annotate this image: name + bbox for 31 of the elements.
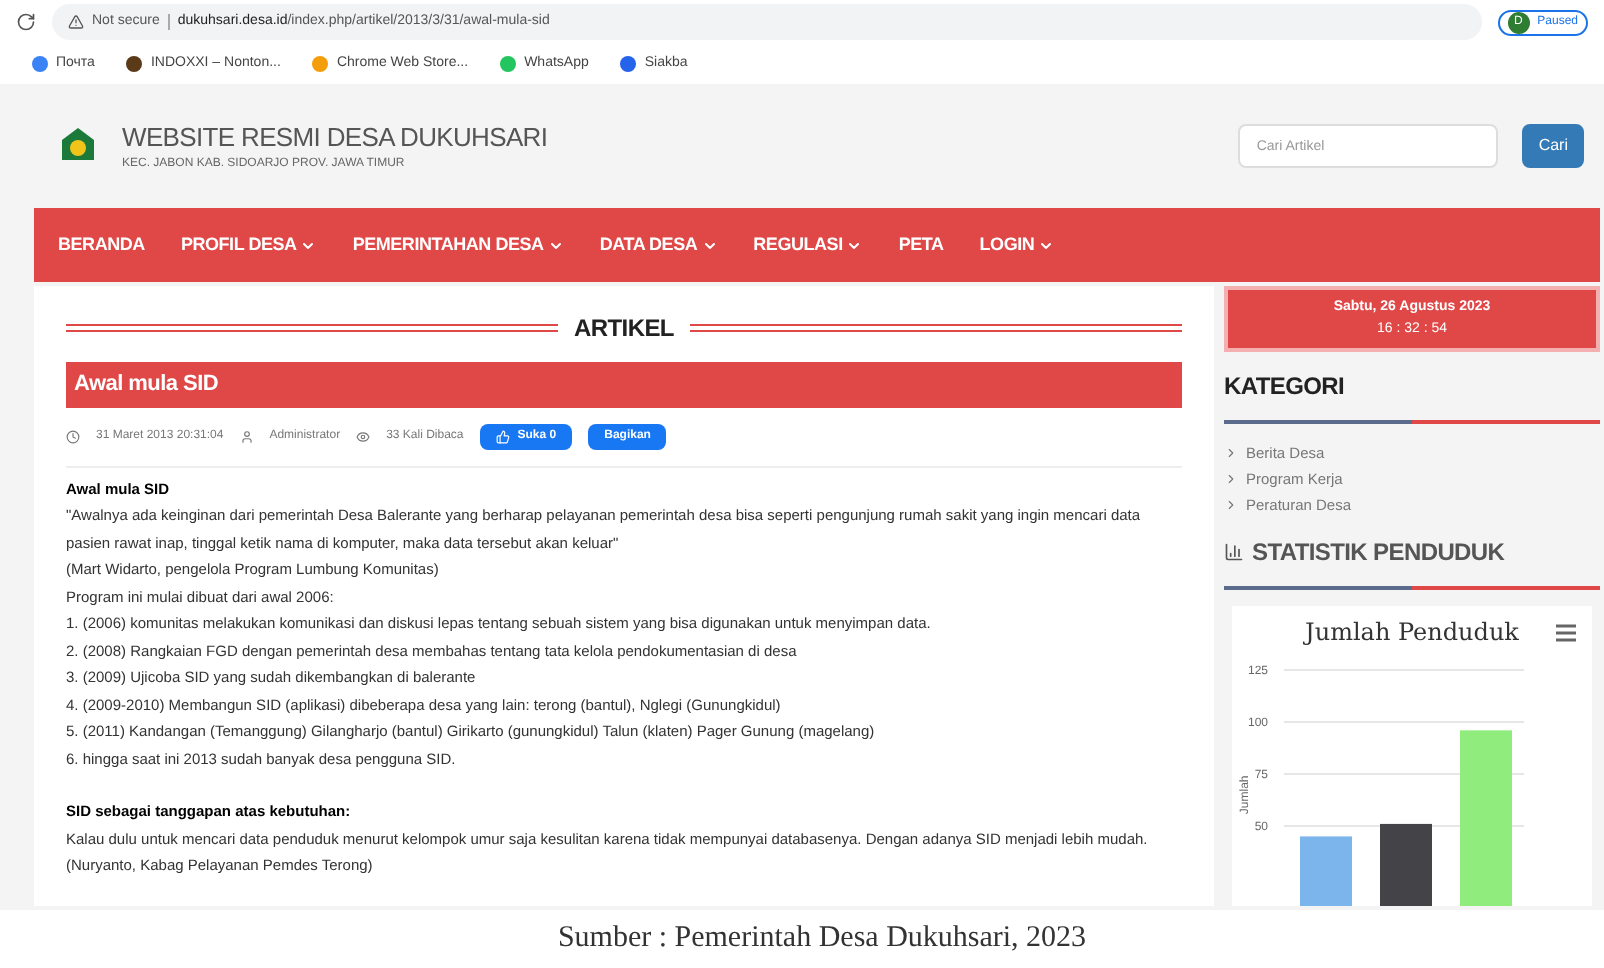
article-title: Awal mula SID: [66, 362, 1182, 407]
thumbs-up-icon: [495, 429, 510, 443]
bar-chart-icon: [1224, 542, 1244, 562]
nav-link[interactable]: DATA DESA: [599, 231, 718, 259]
eye-icon: [356, 429, 371, 443]
caret-icon: [547, 237, 564, 253]
nav-link[interactable]: REGULASI: [753, 231, 863, 259]
caret-icon: [701, 237, 718, 253]
chart-bar: [1380, 823, 1432, 906]
caret-icon: [846, 237, 863, 253]
figure-caption: Sumber : Pemerintah Desa Dukuhsari, 2023: [557, 920, 1087, 959]
caret-icon: [300, 237, 317, 253]
section-heading: ARTIKEL: [574, 312, 674, 346]
reload-icon[interactable]: [16, 12, 36, 32]
widget-heading: STATISTIK PENDUDUK: [1252, 536, 1505, 570]
nav-link[interactable]: PEMERINTAHAN DESA: [352, 231, 564, 259]
warning-icon: [68, 14, 84, 30]
site-title: WEBSITE RESMI DESA DUKUHSARI: [122, 119, 550, 156]
clock-icon: [66, 429, 80, 443]
nav-link[interactable]: PETA: [898, 231, 944, 259]
caret-icon: [1038, 237, 1055, 253]
menu-icon[interactable]: [1556, 623, 1576, 641]
nav-link[interactable]: BERANDA: [58, 231, 145, 259]
chart-title: Jumlah Penduduk: [1305, 616, 1519, 650]
widget-heading: KATEGORI: [1224, 370, 1347, 404]
emblem-icon: [58, 126, 98, 166]
user-icon: [239, 429, 254, 443]
nav-link[interactable]: PROFIL DESA: [180, 231, 317, 259]
chart-bar: [1300, 836, 1352, 906]
nav-link[interactable]: LOGIN: [979, 231, 1055, 259]
search-button[interactable]: Cari: [1522, 124, 1584, 168]
